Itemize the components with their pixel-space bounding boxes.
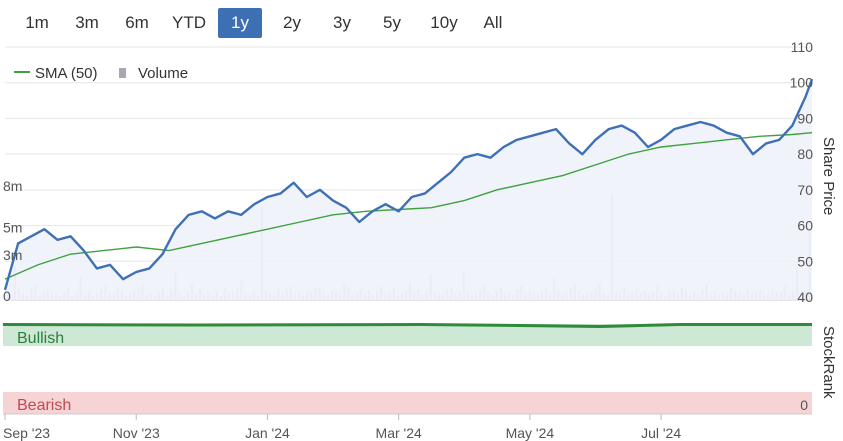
bearish-label: Bearish (17, 397, 71, 414)
x-axis: Sep '23 Nov '23 Jan '24 Mar '24 May '24 Jul '… (3, 413, 812, 441)
share-price-tick-label: 60 (797, 218, 813, 234)
legend: SMA (50) Volume (14, 65, 188, 82)
x-tick-label: Mar '24 (376, 425, 422, 441)
stockrank-tick-label: 0 (800, 397, 808, 413)
share-price-tick-label: 80 (797, 146, 813, 162)
share-price-tick-label: 90 (797, 110, 813, 126)
bullish-band (3, 324, 812, 346)
x-tick-label: May '24 (506, 425, 555, 441)
legend-volume-swatch (119, 68, 126, 78)
volume-tick-label: 5m (3, 219, 22, 235)
legend-sma-label: SMA (50) (35, 65, 98, 82)
x-tick-label: Sep '23 (3, 425, 50, 441)
share-price-tick-label: 40 (797, 289, 813, 305)
share-price-tick-label: 100 (790, 75, 814, 91)
stockrank-panel: Bullish Bearish 0 StockRank (2, 322, 837, 414)
legend-volume-label: Volume (138, 65, 188, 82)
x-tick-label: Jan '24 (245, 425, 290, 441)
volume-tick-label: 0 (3, 288, 11, 304)
share-price-tick-label: 110 (791, 39, 814, 55)
stockrank-axis-label: StockRank (820, 326, 837, 399)
x-tick-label: Jul '24 (641, 425, 681, 441)
share-price-tick-label: 70 (797, 182, 813, 198)
volume-tick-label: 3m (3, 247, 22, 263)
share-price-axis-label: Share Price (820, 137, 837, 215)
bullish-label: Bullish (17, 330, 64, 347)
stock-chart: 40 50 60 70 80 90 100 110 Share Price 0 3m 5m 8m SM… (2, 39, 837, 441)
share-price-tick-label: 50 (797, 253, 813, 269)
bearish-band (3, 392, 812, 414)
x-tick-label: Nov '23 (113, 425, 160, 441)
volume-tick-label: 8m (3, 178, 22, 194)
